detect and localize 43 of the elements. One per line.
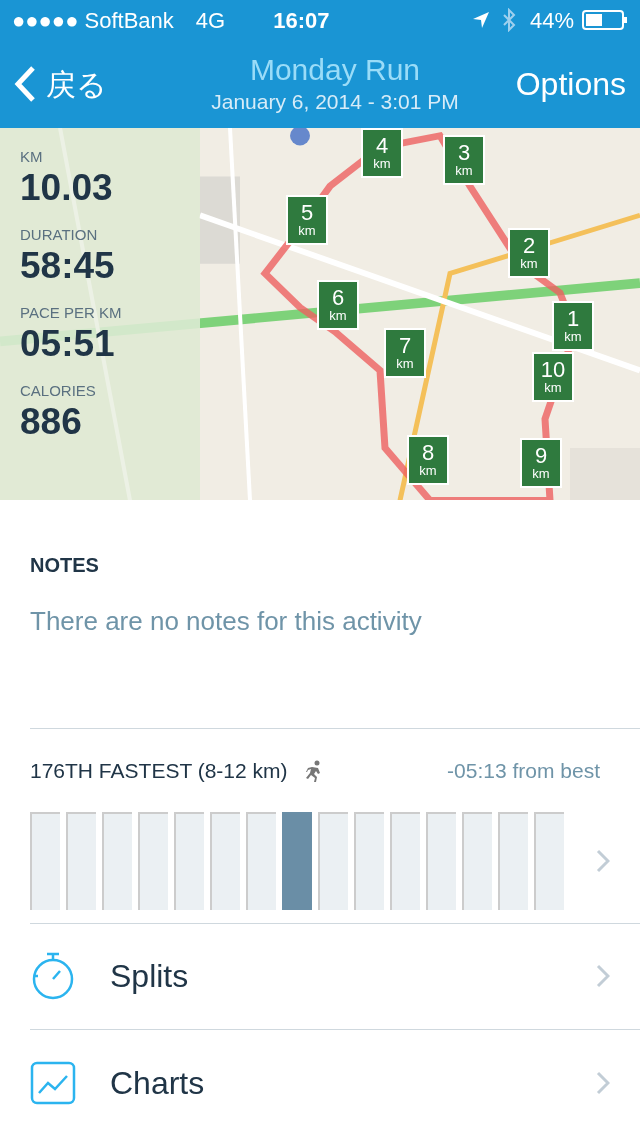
km-marker[interactable]: 4 km [361, 128, 403, 178]
time-difference: -05:13 from best [447, 757, 600, 784]
menu-label: Splits [110, 957, 189, 997]
km-marker[interactable]: 3 km [443, 135, 485, 185]
chevron-icon [596, 964, 610, 989]
back-button[interactable]: 戻る [14, 61, 184, 107]
chevron-icon [596, 1071, 610, 1096]
km-marker[interactable]: 9 km [520, 438, 562, 488]
activity-title: Monday Run [249, 52, 421, 88]
km-marker[interactable]: 10 km [532, 352, 574, 402]
chevron-icon [596, 849, 610, 874]
km-marker[interactable]: 1 km [552, 301, 594, 351]
menu-row[interactable]: Splits [30, 922, 640, 1030]
km-marker[interactable]: 2 km [508, 228, 550, 278]
options-button[interactable]: Options [486, 60, 626, 108]
chart-icon [30, 1061, 76, 1106]
stat-label: KM [20, 148, 44, 166]
menu-row[interactable]: Charts [30, 1029, 640, 1136]
km-marker[interactable]: 5 km [286, 195, 328, 245]
notes-text: There are no notes for this activity [30, 605, 423, 639]
clock: 16:07 [273, 6, 330, 35]
carrier-label: ●●●●● SoftBank [12, 6, 174, 35]
stat-label: PACE PER KM [20, 304, 123, 322]
stat-value: 05:51 [20, 322, 116, 366]
stat-label: CALORIES [20, 382, 97, 400]
km-marker[interactable]: 6 km [317, 280, 359, 330]
bluetooth-icon [501, 8, 516, 32]
location-icon [471, 11, 490, 29]
km-marker[interactable]: 7 km [384, 328, 426, 378]
ranking-title: 176TH FASTEST (8-12 km) [30, 757, 288, 784]
stat-value: 886 [20, 400, 83, 444]
activity-date: January 6, 2014 - 3:01 PM [211, 89, 459, 115]
battery-percent: 44% [529, 6, 574, 35]
km-marker[interactable]: 8 km [407, 435, 449, 485]
menu-label: Charts [110, 1064, 205, 1104]
battery-icon [582, 9, 628, 31]
stat-value: 58:45 [20, 244, 116, 288]
back-icon [14, 65, 36, 103]
stat-value: 10.03 [20, 166, 114, 210]
network-label: 4G [195, 6, 226, 35]
stat-label: DURATION [20, 226, 99, 244]
notes-heading: NOTES [30, 553, 100, 579]
stopwatch-icon [30, 951, 76, 1002]
